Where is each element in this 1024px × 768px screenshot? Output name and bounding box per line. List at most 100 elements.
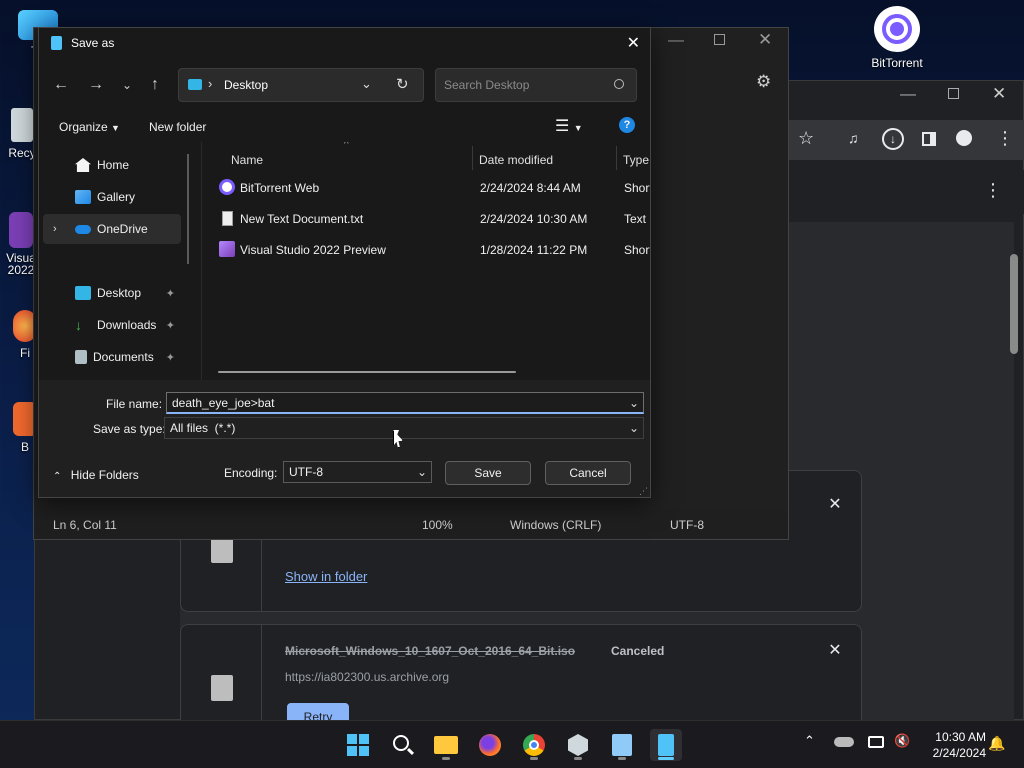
- minimize-icon[interactable]: —: [900, 86, 916, 104]
- scrollbar-thumb[interactable]: [1010, 254, 1018, 354]
- hide-folders-button[interactable]: ⌃ Hide Folders: [53, 468, 139, 482]
- up-arrow-icon[interactable]: ↑: [143, 73, 167, 97]
- bittorrent-icon: [874, 6, 920, 52]
- bookmark-star-icon[interactable]: ☆: [798, 128, 814, 149]
- chevron-down-icon[interactable]: ⌄: [115, 73, 139, 97]
- file-row[interactable]: BitTorrent Web 2/24/2024 8:44 AM Short: [214, 173, 650, 203]
- visual-studio-icon: [219, 241, 235, 257]
- show-hidden-icons-icon[interactable]: ⌃: [804, 733, 815, 749]
- chevron-down-icon[interactable]: ⌄: [361, 76, 372, 92]
- nav-item-downloads[interactable]: ↓ Downloads ✦: [43, 310, 181, 340]
- file-row[interactable]: Visual Studio 2022 Preview 1/28/2024 11:…: [214, 235, 650, 265]
- text-document-icon: [222, 211, 233, 226]
- nav-item-label: Documents: [93, 350, 154, 364]
- command-bar: Organize ▼ New folder ☰ ▼ ?: [39, 112, 650, 142]
- show-in-folder-link[interactable]: Show in folder: [285, 569, 367, 584]
- back-arrow-icon[interactable]: ←: [49, 73, 73, 97]
- pin-icon[interactable]: ✦: [166, 319, 175, 332]
- profile-icon[interactable]: [956, 130, 972, 146]
- close-icon[interactable]: ✕: [992, 84, 1006, 104]
- pin-icon[interactable]: ✦: [166, 287, 175, 300]
- file-name: BitTorrent Web: [240, 181, 320, 195]
- notepad-settings-icon[interactable]: ⚙: [756, 72, 771, 92]
- column-header-name[interactable]: Name: [231, 146, 263, 174]
- organize-label: Organize: [59, 120, 108, 134]
- taskbar-firefox[interactable]: [474, 729, 506, 761]
- home-icon: [75, 158, 91, 172]
- column-separator[interactable]: [616, 146, 617, 170]
- save-button[interactable]: Save: [445, 461, 531, 485]
- volume-muted-icon[interactable]: 🔇: [894, 733, 910, 749]
- remove-download-icon[interactable]: ✕: [825, 495, 845, 515]
- network-icon[interactable]: [868, 736, 884, 748]
- notification-bell-icon[interactable]: 🔔: [988, 735, 1005, 752]
- clock[interactable]: 10:30 AM 2/24/2024: [920, 729, 986, 761]
- save-as-type-select[interactable]: All files (*.*) ⌄: [164, 417, 644, 439]
- download-icon[interactable]: ↓: [882, 128, 904, 150]
- column-separator[interactable]: [472, 146, 473, 170]
- taskbar-chrome[interactable]: [518, 729, 550, 761]
- media-control-icon[interactable]: ♫: [848, 130, 859, 146]
- help-icon[interactable]: ?: [619, 117, 635, 133]
- nav-item-documents[interactable]: Documents ✦: [43, 342, 181, 372]
- documents-icon: [75, 350, 87, 364]
- column-header-date[interactable]: Date modified: [479, 146, 553, 174]
- address-bar[interactable]: › Desktop ⌄ ↻: [178, 68, 424, 102]
- file-name: New Text Document.txt: [240, 212, 364, 226]
- breadcrumb-location[interactable]: Desktop: [224, 78, 268, 92]
- downloads-header: ⋮: [788, 170, 1024, 214]
- maximize-icon[interactable]: [948, 88, 959, 99]
- file-name-value: death_eye_joe>bat: [172, 396, 275, 410]
- file-name-field[interactable]: death_eye_joe>bat ⌄: [166, 392, 644, 414]
- chevron-down-icon[interactable]: ⌄: [629, 418, 639, 438]
- nav-item-onedrive[interactable]: › OneDrive: [43, 214, 181, 244]
- close-icon[interactable]: ✕: [627, 33, 640, 53]
- search-input[interactable]: Search Desktop: [435, 68, 637, 102]
- organize-button[interactable]: Organize ▼: [59, 120, 120, 134]
- remove-download-icon[interactable]: ✕: [825, 641, 845, 661]
- forward-arrow-icon[interactable]: →: [84, 73, 108, 97]
- new-folder-button[interactable]: New folder: [149, 120, 206, 134]
- file-icon: [211, 675, 233, 701]
- resize-grip-icon[interactable]: ⋰: [639, 486, 648, 497]
- minimize-icon[interactable]: —: [668, 32, 684, 50]
- taskbar-notepad-plus[interactable]: [606, 729, 638, 761]
- nav-item-home[interactable]: Home: [43, 150, 181, 180]
- onedrive-icon[interactable]: [834, 737, 854, 747]
- taskbar-search[interactable]: [386, 729, 418, 761]
- view-options-icon[interactable]: ☰ ▼: [555, 116, 583, 136]
- desktop-folder-icon: [75, 286, 91, 300]
- taskbar-file-explorer[interactable]: [430, 729, 462, 761]
- side-panel-icon[interactable]: [922, 132, 936, 146]
- save-as-dialog: Save as ✕ ← → ⌄ ↑ › Desktop ⌄ ↻ Search D…: [38, 27, 651, 498]
- encoding-label: Encoding:: [224, 466, 278, 480]
- downloads-more-icon[interactable]: ⋮: [984, 180, 1002, 201]
- taskbar-virtualbox[interactable]: [562, 729, 594, 761]
- desktop-icon-bittorrent[interactable]: BitTorrent: [862, 6, 932, 70]
- file-icon: [211, 537, 233, 563]
- horizontal-scrollbar[interactable]: [218, 371, 516, 373]
- close-icon[interactable]: ✕: [758, 30, 772, 50]
- nav-item-desktop[interactable]: Desktop ✦: [43, 278, 181, 308]
- nav-item-label: OneDrive: [97, 222, 148, 236]
- file-row[interactable]: New Text Document.txt 2/24/2024 10:30 AM…: [214, 204, 650, 234]
- search-icon: [614, 79, 624, 89]
- download-file-name[interactable]: Microsoft_Windows_10_1607_Oct_2016_64_Bi…: [285, 644, 575, 658]
- column-header-type[interactable]: Type: [623, 146, 649, 174]
- gallery-icon: [75, 190, 91, 204]
- maximize-icon[interactable]: [714, 34, 725, 45]
- pin-icon[interactable]: ✦: [166, 351, 175, 364]
- refresh-icon[interactable]: ↻: [396, 75, 409, 93]
- chevron-right-icon: ›: [53, 223, 57, 235]
- dialog-titlebar: Save as ✕: [39, 28, 650, 58]
- chevron-down-icon[interactable]: ⌄: [629, 393, 639, 413]
- start-button[interactable]: [342, 729, 374, 761]
- breadcrumb-separator-icon: ›: [208, 76, 213, 91]
- nav-item-gallery[interactable]: Gallery: [43, 182, 181, 212]
- chevron-down-icon[interactable]: ⌄: [417, 462, 427, 482]
- chrome-scrollbar[interactable]: [1008, 236, 1020, 720]
- encoding-select[interactable]: UTF-8 ⌄: [283, 461, 432, 483]
- chrome-menu-icon[interactable]: ⋮: [996, 128, 1014, 149]
- taskbar-notepad[interactable]: [650, 729, 682, 761]
- cancel-button[interactable]: Cancel: [545, 461, 631, 485]
